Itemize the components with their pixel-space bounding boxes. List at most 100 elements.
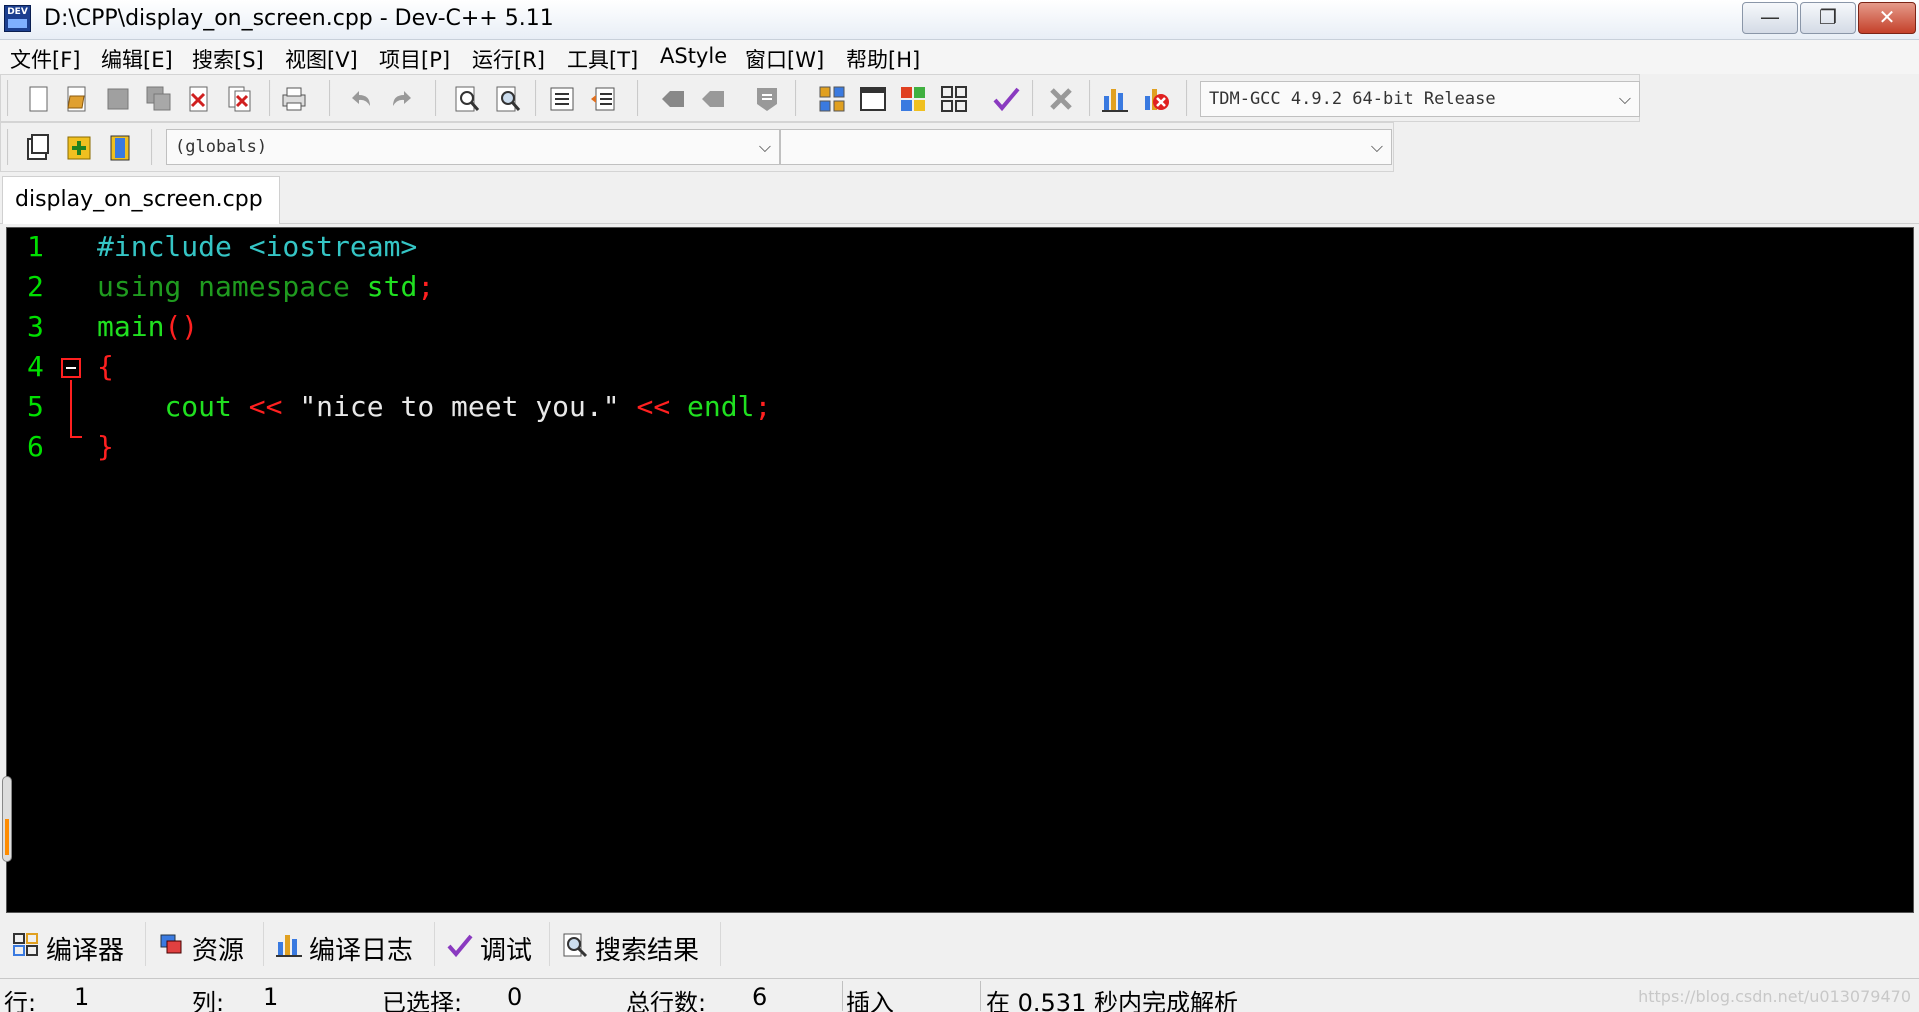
menu-edit[interactable]: 编辑[E]: [101, 44, 173, 74]
close-button[interactable]: ✕: [1858, 2, 1916, 34]
tab-compile-log[interactable]: 编译日志: [267, 922, 435, 966]
menu-help[interactable]: 帮助[H]: [846, 44, 920, 74]
symbol-token: ;: [417, 270, 435, 303]
redo-icon[interactable]: [387, 84, 417, 114]
compiler-select-value: TDM-GCC 4.9.2 64-bit Release: [1209, 89, 1496, 109]
new-class-icon[interactable]: [64, 133, 94, 163]
line-number: 6: [27, 430, 44, 463]
close-all-icon[interactable]: [225, 84, 255, 114]
profile-icon[interactable]: [1100, 84, 1130, 114]
identifier-token: cout: [164, 390, 232, 423]
status-col-label: 列:: [192, 989, 225, 1012]
identifier-token: std: [366, 270, 418, 303]
tab-display-on-screen[interactable]: display_on_screen.cpp: [2, 176, 280, 224]
bar-chart-icon: [276, 935, 302, 957]
bottom-panel-tabs: 编译器 资源 编译日志 调试 搜索结果: [0, 918, 1919, 968]
new-file-icon[interactable]: [24, 84, 54, 114]
symbol-token: <<: [231, 390, 300, 423]
run-icon[interactable]: [858, 84, 888, 114]
check-icon: [447, 934, 473, 958]
insert-icon[interactable]: [22, 133, 52, 163]
line-number: 2: [27, 270, 44, 303]
goto-bookmark-icon[interactable]: [698, 84, 728, 114]
resources-icon: [160, 934, 182, 954]
status-total-value: 6: [752, 983, 768, 1011]
symbol-select[interactable]: ⌵: [780, 129, 1392, 165]
tab-compiler[interactable]: 编译器: [4, 922, 146, 966]
line-number: 5: [27, 390, 44, 423]
save-all-icon[interactable]: [144, 84, 174, 114]
code-line-6: }: [97, 430, 114, 463]
restore-icon: ❐: [1819, 5, 1837, 29]
status-total-label: 总行数:: [626, 989, 707, 1012]
unindent-icon[interactable]: [588, 84, 618, 114]
restore-button[interactable]: ❐: [1800, 2, 1856, 34]
tab-debug[interactable]: 调试: [438, 922, 550, 966]
menu-window[interactable]: 窗口[W]: [745, 44, 824, 74]
app-icon-text: DEV: [7, 7, 28, 17]
goto-declaration-icon[interactable]: [105, 133, 135, 163]
tab-resources-label: 资源: [192, 936, 245, 966]
compile-run-icon[interactable]: [898, 84, 928, 114]
menu-run[interactable]: 运行[R]: [472, 44, 545, 74]
replace-icon[interactable]: [493, 84, 523, 114]
indent-icon[interactable]: [547, 84, 577, 114]
magnifier-icon: [563, 933, 588, 958]
scope-select[interactable]: (globals) ⌵: [166, 129, 780, 165]
close-file-icon[interactable]: [184, 84, 214, 114]
close-icon: ✕: [1878, 5, 1896, 29]
fold-guide-end: [70, 436, 82, 438]
tab-resources[interactable]: 资源: [150, 922, 264, 966]
menu-search[interactable]: 搜索[S]: [192, 44, 264, 74]
chevron-down-icon: ⌵: [1618, 89, 1631, 108]
code-line-5: cout << "nice to meet you." << endl;: [97, 390, 771, 423]
string-token: "nice to meet you.": [299, 390, 620, 423]
grid-icon: [13, 933, 38, 956]
menu-tools[interactable]: 工具[T]: [567, 44, 638, 74]
symbol-token: <<: [619, 390, 688, 423]
save-icon[interactable]: [103, 84, 133, 114]
symbol-token: (): [164, 310, 199, 343]
keyword-token: using namespace: [97, 270, 350, 303]
status-line-value: 1: [74, 983, 90, 1011]
stop-execution-icon[interactable]: [1046, 84, 1076, 114]
watermark: https://blog.csdn.net/u013079470: [1638, 987, 1911, 1006]
toggle-bookmark-icon[interactable]: [658, 84, 688, 114]
find-icon[interactable]: [452, 84, 482, 114]
panel-splitter-handle[interactable]: [2, 776, 12, 862]
identifier-token: endl: [687, 390, 755, 423]
print-icon[interactable]: [279, 84, 309, 114]
open-file-icon[interactable]: [62, 84, 92, 114]
window-title: D:\CPP\display_on_screen.cpp - Dev-C++ 5…: [44, 6, 554, 31]
compile-icon[interactable]: [817, 84, 847, 114]
menu-astyle[interactable]: AStyle: [660, 44, 727, 68]
code-editor[interactable]: 1 2 3 4 5 6 #include <iostream> using na…: [6, 227, 1914, 913]
rebuild-all-icon[interactable]: [939, 84, 969, 114]
syntax-check-icon[interactable]: [991, 84, 1021, 114]
menu-bar: 文件[F] 编辑[E] 搜索[S] 视图[V] 项目[P] 运行[R] 工具[T…: [0, 40, 1919, 74]
status-col-value: 1: [263, 983, 279, 1011]
menu-view[interactable]: 视图[V]: [285, 44, 358, 74]
delete-profile-icon[interactable]: [1141, 84, 1171, 114]
fold-collapse-icon[interactable]: [61, 358, 81, 378]
menu-project[interactable]: 项目[P]: [379, 44, 450, 74]
tab-search-results[interactable]: 搜索结果: [553, 922, 721, 966]
code-line-1: #include <iostream>: [97, 230, 417, 263]
scope-select-value: (globals): [175, 137, 268, 157]
title-bar: DEV D:\CPP\display_on_screen.cpp - Dev-C…: [0, 0, 1919, 40]
comment-icon[interactable]: [752, 84, 782, 114]
status-selected-value: 0: [507, 983, 523, 1011]
status-insert-mode: 插入: [846, 989, 894, 1012]
code-line-2: using namespace std;: [97, 270, 434, 303]
compiler-select[interactable]: TDM-GCC 4.9.2 64-bit Release ⌵: [1200, 81, 1640, 117]
undo-icon[interactable]: [346, 84, 376, 114]
line-number: 3: [27, 310, 44, 343]
chevron-down-icon: ⌵: [758, 137, 771, 156]
line-number: 1: [27, 230, 44, 263]
status-bar: 行: 1 列: 1 已选择: 0 总行数: 6 插入 在 0.531 秒内完成解…: [0, 978, 1919, 1012]
menu-file[interactable]: 文件[F]: [10, 44, 80, 74]
minimize-button[interactable]: —: [1742, 2, 1798, 34]
symbol-token: }: [97, 430, 114, 463]
status-parse-message: 在 0.531 秒内完成解析: [986, 989, 1238, 1012]
preprocessor-token: #include <iostream>: [97, 230, 418, 263]
